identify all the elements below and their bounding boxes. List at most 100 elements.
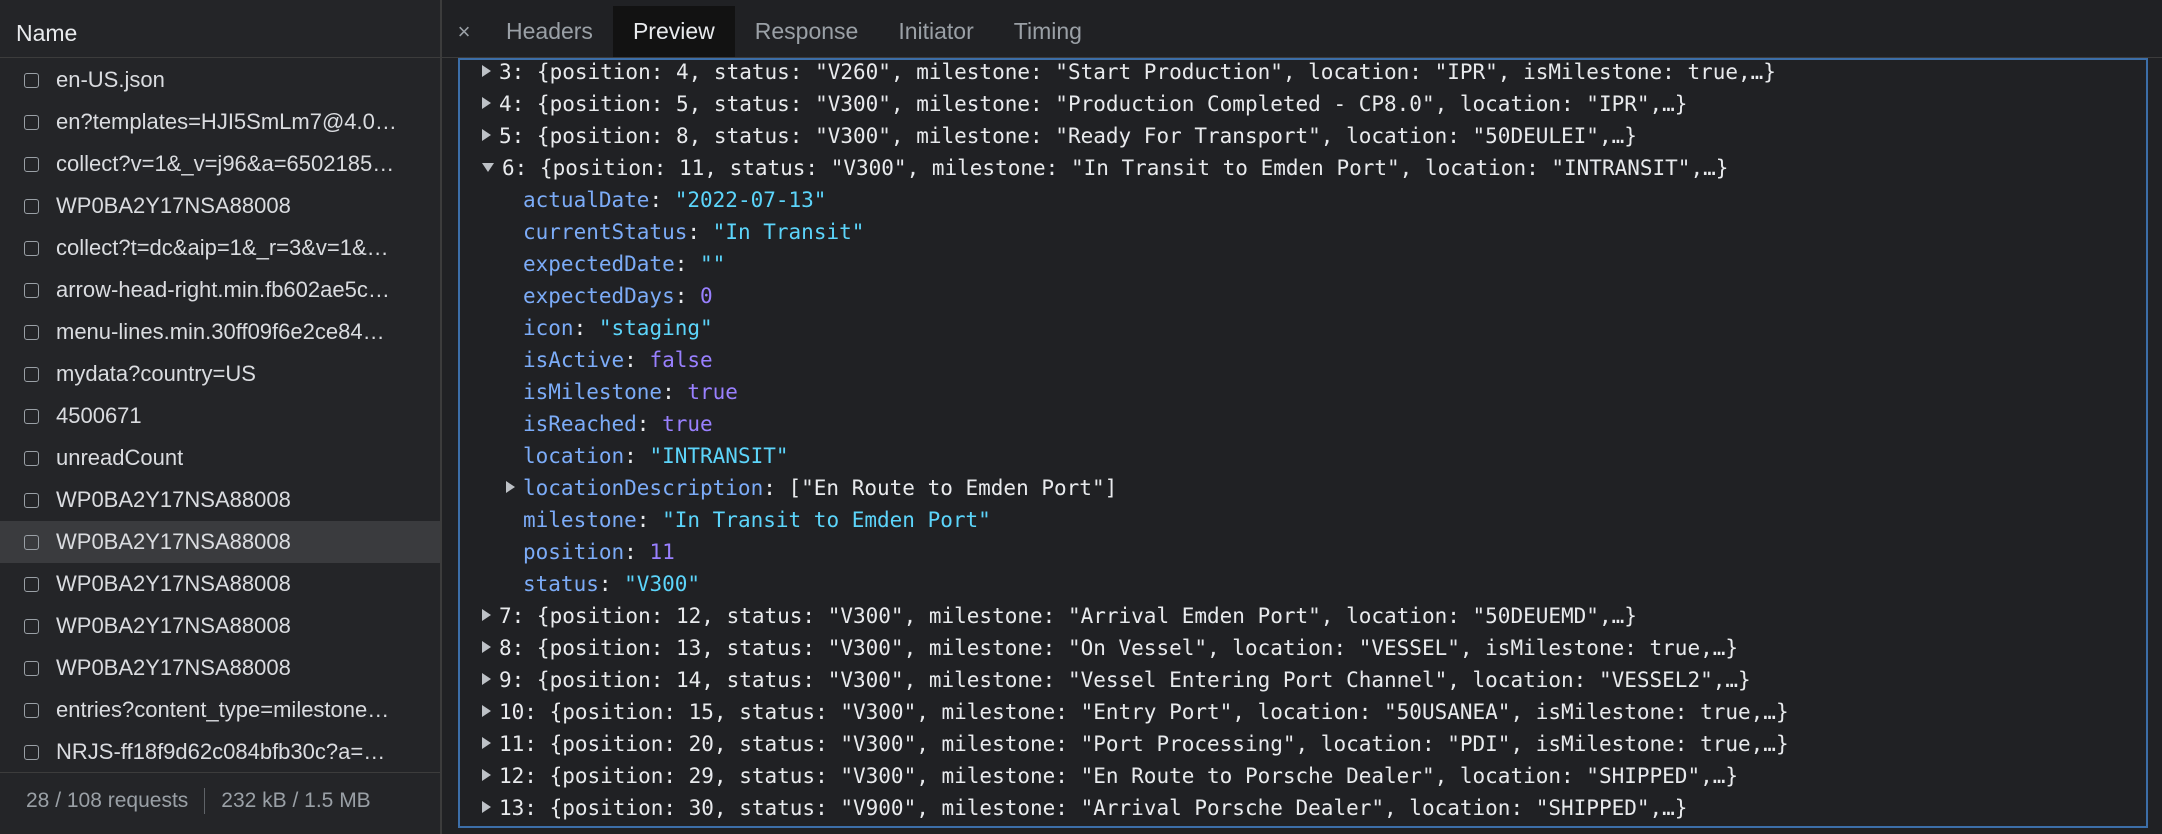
preview-token: : ["En Route to Emden Port"] bbox=[763, 476, 1118, 500]
request-name: en-US.json bbox=[56, 67, 165, 92]
request-row[interactable]: en-US.json bbox=[0, 59, 440, 101]
transfer-size: 232 kB / 1.5 MB bbox=[221, 788, 371, 812]
preview-token: isReached bbox=[523, 412, 637, 436]
request-row[interactable]: unreadCount bbox=[0, 437, 440, 479]
preview-token: 10: {position: 15, status: "V300", miles… bbox=[499, 700, 1789, 724]
request-row[interactable]: WP0BA2Y17NSA88008 bbox=[0, 479, 440, 521]
preview-line[interactable]: 11: {position: 20, status: "V300", miles… bbox=[482, 728, 1789, 760]
expand-triangle-right-icon[interactable] bbox=[482, 705, 491, 717]
request-checkbox-icon[interactable] bbox=[24, 492, 39, 508]
preview-line[interactable]: 6: {position: 11, status: "V300", milest… bbox=[482, 152, 1728, 184]
preview-tree[interactable]: 3: {position: 4, status: "V260", milesto… bbox=[458, 58, 2148, 828]
tab-preview[interactable]: Preview bbox=[612, 6, 735, 57]
preview-line[interactable]: 7: {position: 12, status: "V300", milest… bbox=[482, 600, 1637, 632]
preview-line[interactable]: 12: {position: 29, status: "V300", miles… bbox=[482, 760, 1738, 792]
request-checkbox-icon[interactable] bbox=[24, 450, 39, 466]
request-row[interactable]: collect?v=1&_v=j96&a=6502185… bbox=[0, 143, 440, 185]
expand-triangle-right-icon[interactable] bbox=[482, 673, 491, 685]
request-name: WP0BA2Y17NSA88008 bbox=[56, 655, 291, 680]
preview-token: : bbox=[573, 316, 599, 340]
tab-initiator[interactable]: Initiator bbox=[878, 6, 993, 57]
preview-line[interactable]: 5: {position: 8, status: "V300", milesto… bbox=[482, 120, 1637, 152]
expand-triangle-right-icon[interactable] bbox=[482, 609, 491, 621]
preview-line: actualDate: "2022-07-13" bbox=[523, 184, 826, 216]
request-checkbox-icon[interactable] bbox=[24, 282, 39, 298]
preview-line[interactable]: 4: {position: 5, status: "V300", milesto… bbox=[482, 88, 1687, 120]
tab-headers[interactable]: Headers bbox=[486, 6, 613, 57]
request-checkbox-icon[interactable] bbox=[24, 702, 39, 718]
request-name: arrow-head-right.min.fb602ae5c… bbox=[56, 277, 390, 302]
preview-token: expectedDays bbox=[523, 284, 675, 308]
expand-triangle-right-icon[interactable] bbox=[482, 801, 491, 813]
request-name: mydata?country=US bbox=[56, 361, 256, 386]
preview-line[interactable]: 3: {position: 4, status: "V260", milesto… bbox=[482, 60, 1776, 88]
tab-response[interactable]: Response bbox=[735, 6, 879, 57]
close-icon[interactable]: × bbox=[442, 6, 486, 57]
request-checkbox-icon[interactable] bbox=[24, 72, 39, 88]
request-row[interactable]: WP0BA2Y17NSA88008 bbox=[0, 605, 440, 647]
request-row[interactable]: WP0BA2Y17NSA88008 bbox=[0, 647, 440, 689]
request-checkbox-icon[interactable] bbox=[24, 660, 39, 676]
preview-token: expectedDate bbox=[523, 252, 675, 276]
request-row[interactable]: en?templates=HJI5SmLm7@4.0… bbox=[0, 101, 440, 143]
preview-token: actualDate bbox=[523, 188, 650, 212]
request-row[interactable]: menu-lines.min.30ff09f6e2ce84… bbox=[0, 311, 440, 353]
details-panel: × Headers Preview Response Initiator Timing … bbox=[442, 0, 2162, 834]
preview-token: 13: {position: 30, status: "V900", miles… bbox=[499, 796, 1688, 820]
expand-triangle-right-icon[interactable] bbox=[482, 769, 491, 781]
preview-token: "V300" bbox=[624, 572, 701, 596]
request-row[interactable]: 4500671 bbox=[0, 395, 440, 437]
preview-line[interactable]: 13: {position: 30, status: "V900", miles… bbox=[482, 792, 1687, 824]
preview-token: 0 bbox=[700, 284, 713, 308]
request-checkbox-icon[interactable] bbox=[24, 408, 39, 424]
request-name: unreadCount bbox=[56, 445, 184, 470]
expand-triangle-right-icon[interactable] bbox=[506, 481, 515, 493]
request-row[interactable]: NRJS-ff18f9d62c084bfb30c?a=… bbox=[0, 731, 440, 773]
expand-triangle-down-icon[interactable] bbox=[482, 162, 494, 172]
preview-line[interactable]: 10: {position: 15, status: "V300", miles… bbox=[482, 696, 1789, 728]
expand-triangle-right-icon[interactable] bbox=[482, 97, 491, 109]
request-checkbox-icon[interactable] bbox=[24, 198, 39, 214]
preview-token: : bbox=[674, 252, 701, 276]
request-checkbox-icon[interactable] bbox=[24, 366, 39, 382]
request-checkbox-icon[interactable] bbox=[24, 534, 39, 550]
preview-line: icon: "staging" bbox=[523, 312, 713, 344]
preview-token: true bbox=[662, 412, 713, 436]
tab-timing[interactable]: Timing bbox=[994, 6, 1102, 57]
request-row[interactable]: WP0BA2Y17NSA88008 bbox=[0, 521, 440, 563]
request-row[interactable]: mydata?country=US bbox=[0, 353, 440, 395]
request-checkbox-icon[interactable] bbox=[24, 156, 39, 172]
preview-line[interactable]: 9: {position: 14, status: "V300", milest… bbox=[482, 664, 1751, 696]
request-row[interactable]: collect?t=dc&aip=1&_r=3&v=1&… bbox=[0, 227, 440, 269]
request-row[interactable]: WP0BA2Y17NSA88008 bbox=[0, 563, 440, 605]
request-name: collect?t=dc&aip=1&_r=3&v=1&… bbox=[56, 235, 389, 260]
request-checkbox-icon[interactable] bbox=[24, 618, 39, 634]
request-checkbox-icon[interactable] bbox=[24, 324, 39, 340]
request-name: WP0BA2Y17NSA88008 bbox=[56, 487, 291, 512]
expand-triangle-right-icon[interactable] bbox=[482, 129, 491, 141]
request-checkbox-icon[interactable] bbox=[24, 744, 39, 760]
request-checkbox-icon[interactable] bbox=[24, 114, 39, 130]
expand-triangle-right-icon[interactable] bbox=[482, 65, 491, 77]
request-checkbox-icon[interactable] bbox=[24, 240, 39, 256]
preview-token: : bbox=[687, 220, 713, 244]
status-divider bbox=[204, 787, 206, 814]
name-column-label: Name bbox=[16, 20, 78, 46]
preview-line: status: "V300" bbox=[523, 568, 700, 600]
request-row[interactable]: WP0BA2Y17NSA88008 bbox=[0, 185, 440, 227]
request-row[interactable]: entries?content_type=milestone… bbox=[0, 689, 440, 731]
expand-triangle-right-icon[interactable] bbox=[482, 641, 491, 653]
request-row[interactable]: arrow-head-right.min.fb602ae5c… bbox=[0, 269, 440, 311]
request-count: 28 / 108 requests bbox=[26, 788, 189, 812]
preview-token: : bbox=[649, 188, 675, 212]
preview-line[interactable]: 8: {position: 13, status: "V300", milest… bbox=[482, 632, 1738, 664]
details-tabbar: × Headers Preview Response Initiator Timing bbox=[442, 6, 2162, 58]
preview-line: location: "INTRANSIT" bbox=[523, 440, 789, 472]
preview-line[interactable]: locationDescription: ["En Route to Emden… bbox=[506, 472, 1117, 504]
expand-triangle-right-icon[interactable] bbox=[482, 737, 491, 749]
name-column-header[interactable]: Name bbox=[0, 6, 440, 58]
request-checkbox-icon[interactable] bbox=[24, 576, 39, 592]
preview-line: isReached: true bbox=[523, 408, 713, 440]
preview-token: : bbox=[662, 380, 688, 404]
preview-line: expectedDays: 0 bbox=[523, 280, 713, 312]
